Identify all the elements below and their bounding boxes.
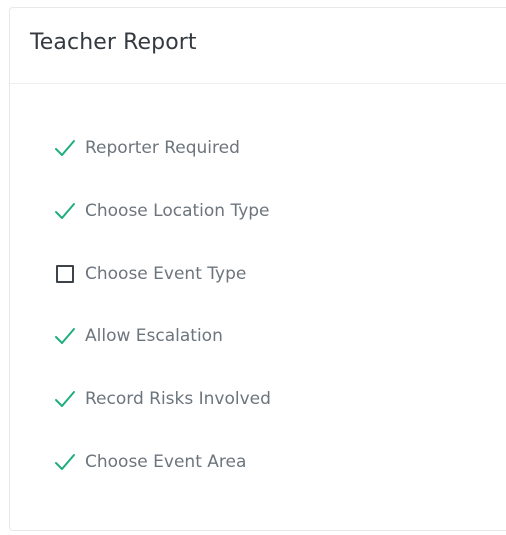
feature-item-record-risks-involved: Record Risks Involved [54, 386, 271, 412]
check-icon [54, 137, 76, 159]
feature-label: Reporter Required [85, 138, 240, 158]
check-icon [54, 388, 76, 410]
feature-label: Choose Event Type [85, 264, 247, 284]
check-icon [54, 451, 76, 473]
feature-item-reporter-required: Reporter Required [54, 135, 240, 161]
feature-item-allow-escalation: Allow Escalation [54, 323, 223, 349]
empty-checkbox-icon [54, 263, 76, 285]
teacher-report-card: Teacher Report Reporter Required Choose … [9, 7, 506, 531]
feature-label: Choose Event Area [85, 452, 247, 472]
feature-item-choose-event-area: Choose Event Area [54, 449, 246, 475]
check-icon [54, 200, 76, 222]
feature-label: Choose Location Type [85, 201, 270, 221]
feature-label: Allow Escalation [85, 326, 223, 346]
card-header: Teacher Report [10, 8, 506, 84]
feature-item-choose-location-type: Choose Location Type [54, 198, 270, 224]
check-icon [54, 325, 76, 347]
feature-label: Record Risks Involved [85, 389, 271, 409]
feature-item-choose-event-type: Choose Event Type [54, 261, 246, 287]
card-title: Teacher Report [30, 30, 197, 55]
